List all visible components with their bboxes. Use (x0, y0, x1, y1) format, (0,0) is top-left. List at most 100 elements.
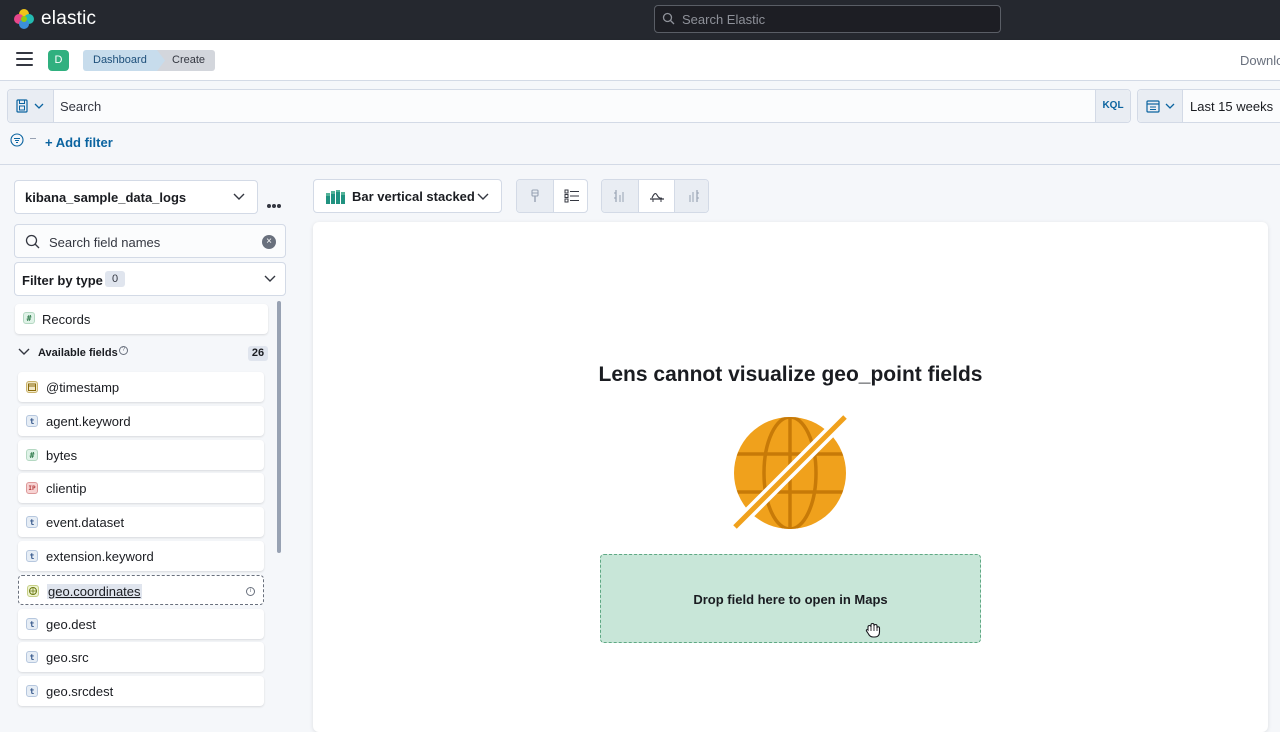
string-type-icon: t (26, 414, 38, 427)
field-item[interactable]: t geo.dest (18, 608, 264, 639)
paintbrush-icon (531, 189, 539, 202)
filter-count-badge: 0 (105, 271, 125, 287)
string-type-icon: t (26, 685, 38, 698)
chart-type-label: Bar vertical stacked (352, 189, 475, 204)
field-item-dragging[interactable]: geo.coordinates i (18, 574, 264, 605)
field-item[interactable]: t geo.src (18, 642, 264, 673)
filter-divider (30, 138, 36, 139)
save-icon (16, 99, 44, 113)
right-axis-button[interactable] (674, 180, 708, 212)
elastic-logo[interactable]: elastic (13, 8, 96, 30)
search-icon (662, 12, 675, 25)
chevron-down-icon (18, 348, 30, 355)
filter-by-type-label: Filter by type (22, 273, 103, 288)
number-type-icon: # (23, 312, 35, 324)
string-type-icon: t (26, 651, 38, 664)
field-info-icon[interactable]: i (246, 586, 255, 596)
date-range-label[interactable]: Last 15 weeks (1190, 99, 1273, 114)
index-pattern-label: kibana_sample_data_logs (25, 190, 187, 205)
search-icon (25, 234, 40, 249)
available-fields-header[interactable]: Available fields ? 26 (18, 346, 268, 362)
add-filter-button[interactable]: + Add filter (45, 135, 113, 150)
calendar-icon (1146, 100, 1175, 113)
field-name: geo.srcdest (46, 684, 114, 700)
global-search-placeholder: Search Elastic (682, 12, 766, 27)
field-item[interactable]: t geo.srcdest (18, 676, 264, 707)
saved-query-button[interactable] (8, 90, 54, 122)
visual-options-button[interactable] (517, 180, 553, 212)
filter-options-icon[interactable] (10, 133, 24, 147)
breadcrumb-create: Create (157, 50, 216, 71)
filter-by-type-button[interactable]: Filter by type 0 (14, 262, 286, 296)
date-picker[interactable]: Last 15 weeks (1137, 89, 1280, 123)
date-type-icon (26, 381, 38, 393)
visual-options-group (516, 179, 588, 213)
field-name: bytes (46, 447, 78, 463)
chevron-down-icon (233, 193, 245, 200)
global-header: elastic Search Elastic (0, 0, 1280, 40)
date-quick-menu-button[interactable] (1138, 90, 1183, 122)
info-icon[interactable]: ? (119, 346, 128, 355)
string-type-icon: t (26, 549, 38, 562)
space-avatar[interactable]: D (48, 50, 69, 71)
chevron-down-icon (264, 275, 276, 282)
dropzone-label: Drop field here to open in Maps (693, 592, 888, 607)
field-item[interactable]: IP clientip (18, 473, 264, 504)
workspace-message-title: Lens cannot visualize geo_point fields (598, 363, 983, 386)
grab-cursor-icon (865, 622, 881, 638)
field-name: geo.dest (46, 616, 96, 632)
axis-right-icon (689, 190, 699, 202)
clear-search-icon[interactable]: × (262, 235, 276, 249)
bar-stacked-icon (326, 190, 345, 204)
kql-toggle-button[interactable]: KQL (1095, 90, 1130, 122)
bottom-axis-button[interactable] (638, 180, 674, 212)
legend-list-icon (564, 189, 579, 203)
field-list-scrollbar[interactable] (277, 301, 281, 553)
global-search-input[interactable]: Search Elastic (654, 5, 1001, 33)
string-type-icon: t (26, 617, 38, 630)
available-fields-count: 26 (248, 346, 268, 361)
field-item[interactable]: t agent.keyword (18, 405, 264, 436)
field-item[interactable]: t extension.keyword (18, 540, 264, 571)
open-in-maps-dropzone[interactable]: Drop field here to open in Maps (600, 554, 981, 643)
field-search-placeholder: Search field names (49, 235, 161, 250)
query-input[interactable]: Search KQL (7, 89, 1131, 123)
datasource-panel: kibana_sample_data_logs Search field nam… (0, 166, 300, 720)
globe-crossed-icon (732, 414, 848, 530)
axis-bottom-icon (649, 193, 664, 202)
number-type-icon: # (26, 448, 38, 461)
chevron-down-icon (477, 193, 489, 200)
brand-name: elastic (41, 8, 97, 29)
field-name: clientip (46, 481, 87, 497)
query-placeholder: Search (60, 99, 102, 114)
field-name: geo.coordinates (47, 583, 142, 599)
axis-options-group (601, 179, 709, 213)
field-name: @timestamp (46, 380, 120, 395)
field-list: @timestamp t agent.keyword # bytes IP cl… (18, 372, 264, 710)
field-search-input[interactable]: Search field names × (14, 224, 286, 258)
index-pattern-select[interactable]: kibana_sample_data_logs (14, 180, 258, 214)
elastic-logo-icon (14, 9, 34, 29)
breadcrumb-dashboard[interactable]: Dashboard (83, 50, 169, 71)
more-options-icon[interactable] (267, 195, 282, 213)
field-name: agent.keyword (46, 413, 131, 429)
left-axis-button[interactable] (602, 180, 638, 212)
ip-type-icon: IP (26, 482, 38, 495)
field-name: event.dataset (46, 515, 125, 531)
available-fields-label: Available fields (38, 347, 118, 359)
download-link[interactable]: Downlo (1240, 53, 1280, 68)
axis-left-icon (614, 190, 624, 202)
field-item[interactable]: @timestamp (18, 372, 264, 402)
legend-button[interactable] (553, 180, 587, 212)
hamburger-menu-icon[interactable] (16, 52, 33, 68)
field-item[interactable]: t event.dataset (18, 507, 264, 538)
breadcrumb-bar: D Dashboard Create Downlo (0, 40, 1280, 81)
field-item[interactable]: # bytes (18, 439, 264, 470)
field-name: extension.keyword (46, 548, 154, 564)
field-name: geo.src (46, 650, 89, 666)
lens-workspace: Lens cannot visualize geo_point fields D… (313, 222, 1268, 732)
geo-point-type-icon (27, 584, 39, 597)
query-bar: Search KQL Last 15 weeks + Add filter (0, 81, 1280, 165)
records-field[interactable]: # Records (15, 304, 268, 334)
chart-type-select[interactable]: Bar vertical stacked (313, 179, 502, 213)
